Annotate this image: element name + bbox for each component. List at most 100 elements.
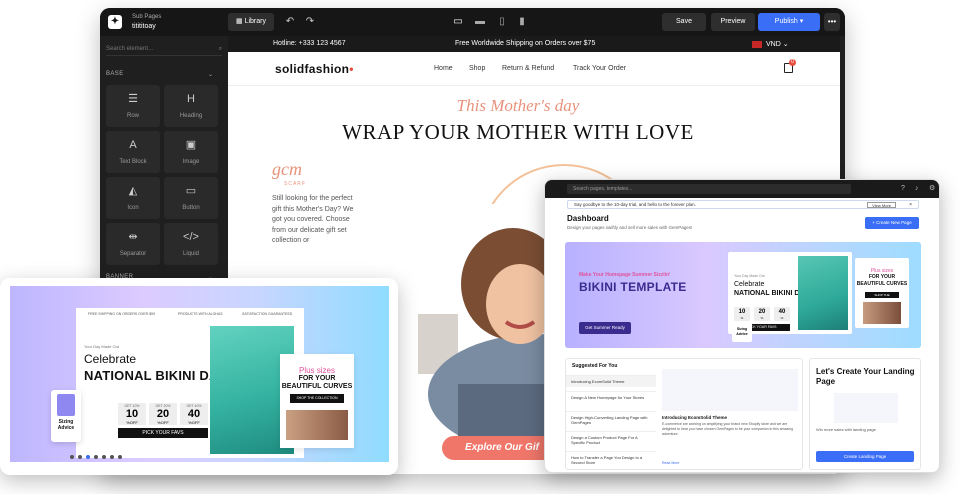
chip-number: 40 [187,408,201,420]
currency-selector[interactable]: VND ⌄ [752,40,789,48]
element-row[interactable]: ☰ Row [106,85,160,127]
separator-icon: ⇹ [128,231,138,243]
shop-collection-button[interactable]: SHOP THE COLLECTION [290,394,344,403]
preview-button[interactable]: Preview [711,13,755,31]
create-landing-page-button[interactable]: Create Landing Page [816,451,914,462]
element-button[interactable]: ▭ Button [164,177,218,219]
suggested-item[interactable]: How to Transfer a Page You Design to a S… [566,451,656,468]
banner-title: BIKINI TEMPLATE [579,280,687,294]
plus-subtitle: FOR YOUR BEAUTIFUL CURVES [856,274,908,287]
more-options-icon[interactable]: ••• [824,13,840,31]
card-pre: Your Day Made Out [734,274,765,278]
discount-chip: 20% [754,307,770,321]
save-button[interactable]: Save [662,13,706,31]
section-base-label: BASE [106,71,124,77]
tablet-view-icon[interactable]: ▯ [494,14,510,30]
view-more-button[interactable]: View More [867,202,896,208]
element-separator[interactable]: ⇹ Separator [106,223,160,265]
builder-toolbar: ✦ Sub Pages titititoay ▦ Library ↶ ↷ ▭ ▬… [100,8,845,36]
mobile-view-icon[interactable]: ▮ [514,14,530,30]
bell-icon[interactable]: ♪ [915,184,923,194]
app-logo-icon: ✦ [108,15,122,29]
hero-body-copy: Still looking for the perfect gift this … [272,195,354,244]
suggested-item[interactable]: Design High-Converting Landing Page with… [566,411,656,428]
notice-text: Say goodbye to the 10-day trial, and hel… [574,202,696,207]
bikini-template-banner[interactable]: Make Your Homepage Summer Sizzlin' BIKIN… [565,242,921,348]
dashboard-window: Search pages, templates... ? ♪ ⚙ Say goo… [544,179,940,473]
landing-desc: Win more sales with landing page [816,427,876,432]
sizing-label: Sizing Advice [57,419,75,431]
suggested-item[interactable]: Design A New Homepage for Your Stores [566,391,656,403]
element-label: Text Block [119,159,147,165]
search-placeholder: Search element... [106,46,154,52]
nav-track-order[interactable]: Track Your Order [573,65,626,72]
landing-page-card: Let's Create Your Landing Page Win more … [809,358,921,470]
flag-icon [752,40,762,48]
benefit-item: PRODUCTS WITH ALOHAS [178,312,223,316]
dress-icon [57,394,75,416]
tablet-title-1: Celebrate [84,352,137,366]
settings-icon[interactable]: ⚙ [929,184,937,194]
discount-chip: 40% [774,307,790,321]
dashboard-title: Dashboard [567,214,609,223]
carousel-dots[interactable] [70,446,126,464]
element-liquid[interactable]: </> Liquid [164,223,218,265]
dot[interactable] [110,455,114,459]
gcm-logo: gcm [272,159,302,179]
chip-unit: % [740,316,744,320]
suggested-item[interactable]: Design a Custom Product Page For A Speci… [566,431,656,448]
carousel-dots[interactable] [745,339,781,348]
dot[interactable] [102,455,106,459]
brand-text: solidfashion [275,62,350,76]
dot[interactable] [78,455,82,459]
help-icon[interactable]: ? [901,184,909,194]
redo-icon[interactable]: ↷ [302,14,318,30]
chip-number: 20 [156,408,170,420]
publish-button[interactable]: Publish ▾ [758,13,820,31]
nav-home[interactable]: Home [434,65,453,72]
library-button[interactable]: ▦ Library [228,13,274,31]
dot[interactable] [86,455,90,459]
chip-number: 10 [125,408,139,420]
read-more-link[interactable]: Read More [662,461,679,465]
plus-subtitle: FOR YOUR BEAUTIFUL CURVES [281,375,353,390]
tablet-title-2: NATIONAL BIKINI DAY [84,368,227,383]
element-text-block[interactable]: A Text Block [106,131,160,173]
chip-number: 10 [738,309,746,315]
breadcrumb-parent: Sub Pages [132,14,162,20]
nav-shop[interactable]: Shop [469,65,485,72]
element-heading[interactable]: H Heading [164,85,218,127]
desktop-view-icon[interactable]: ▭ [450,14,466,30]
close-icon[interactable]: × [909,201,912,209]
element-image[interactable]: ▣ Image [164,131,218,173]
dot[interactable] [118,455,122,459]
plus-sizes-card: Plus sizes FOR YOUR BEAUTIFUL CURVES SHO… [855,258,909,328]
chip-number: 40 [778,309,786,315]
undo-icon[interactable]: ↶ [282,14,298,30]
sizing-advice-badge[interactable]: Sizing Advice [51,390,81,442]
hotline-text: Hotline: +333 123 4567 [273,40,346,47]
element-label: Button [182,205,200,211]
dashboard-search-input[interactable]: Search pages, templates... [567,184,851,194]
brand-logo[interactable]: solidfashion• [275,62,354,76]
article-preview-image [662,369,798,411]
suggested-item[interactable]: Introducing EcomSolid Theme [566,375,656,387]
benefit-strip: FREE SHIPPING ON ORDERS OVER $99 PRODUCT… [82,310,304,318]
breadcrumb-page: titititoay [132,23,156,30]
section-base[interactable]: BASE ⌄ [106,71,213,78]
benefit-item: SATISFACTION GUARANTEED [242,312,293,316]
dot[interactable] [70,455,74,459]
laptop-view-icon[interactable]: ▬ [472,14,488,30]
pick-your-favs-button[interactable]: PICK YOUR FAVS [118,428,208,438]
nav-return-refund[interactable]: Return & Refund [502,65,554,72]
heading-icon: H [187,93,195,105]
button-icon: ▭ [185,185,197,197]
dot[interactable] [94,455,98,459]
element-icon[interactable]: ◭ Icon [106,177,160,219]
breadcrumb[interactable]: Sub Pages titititoay [132,12,161,32]
publish-label: Publish [774,18,798,25]
element-label: Icon [127,205,139,211]
get-summer-ready-button[interactable]: Get Summer Ready [579,322,631,334]
create-new-page-button[interactable]: + Create New Page [865,217,919,229]
element-search-input[interactable]: Search element... ⌕ [106,42,222,56]
